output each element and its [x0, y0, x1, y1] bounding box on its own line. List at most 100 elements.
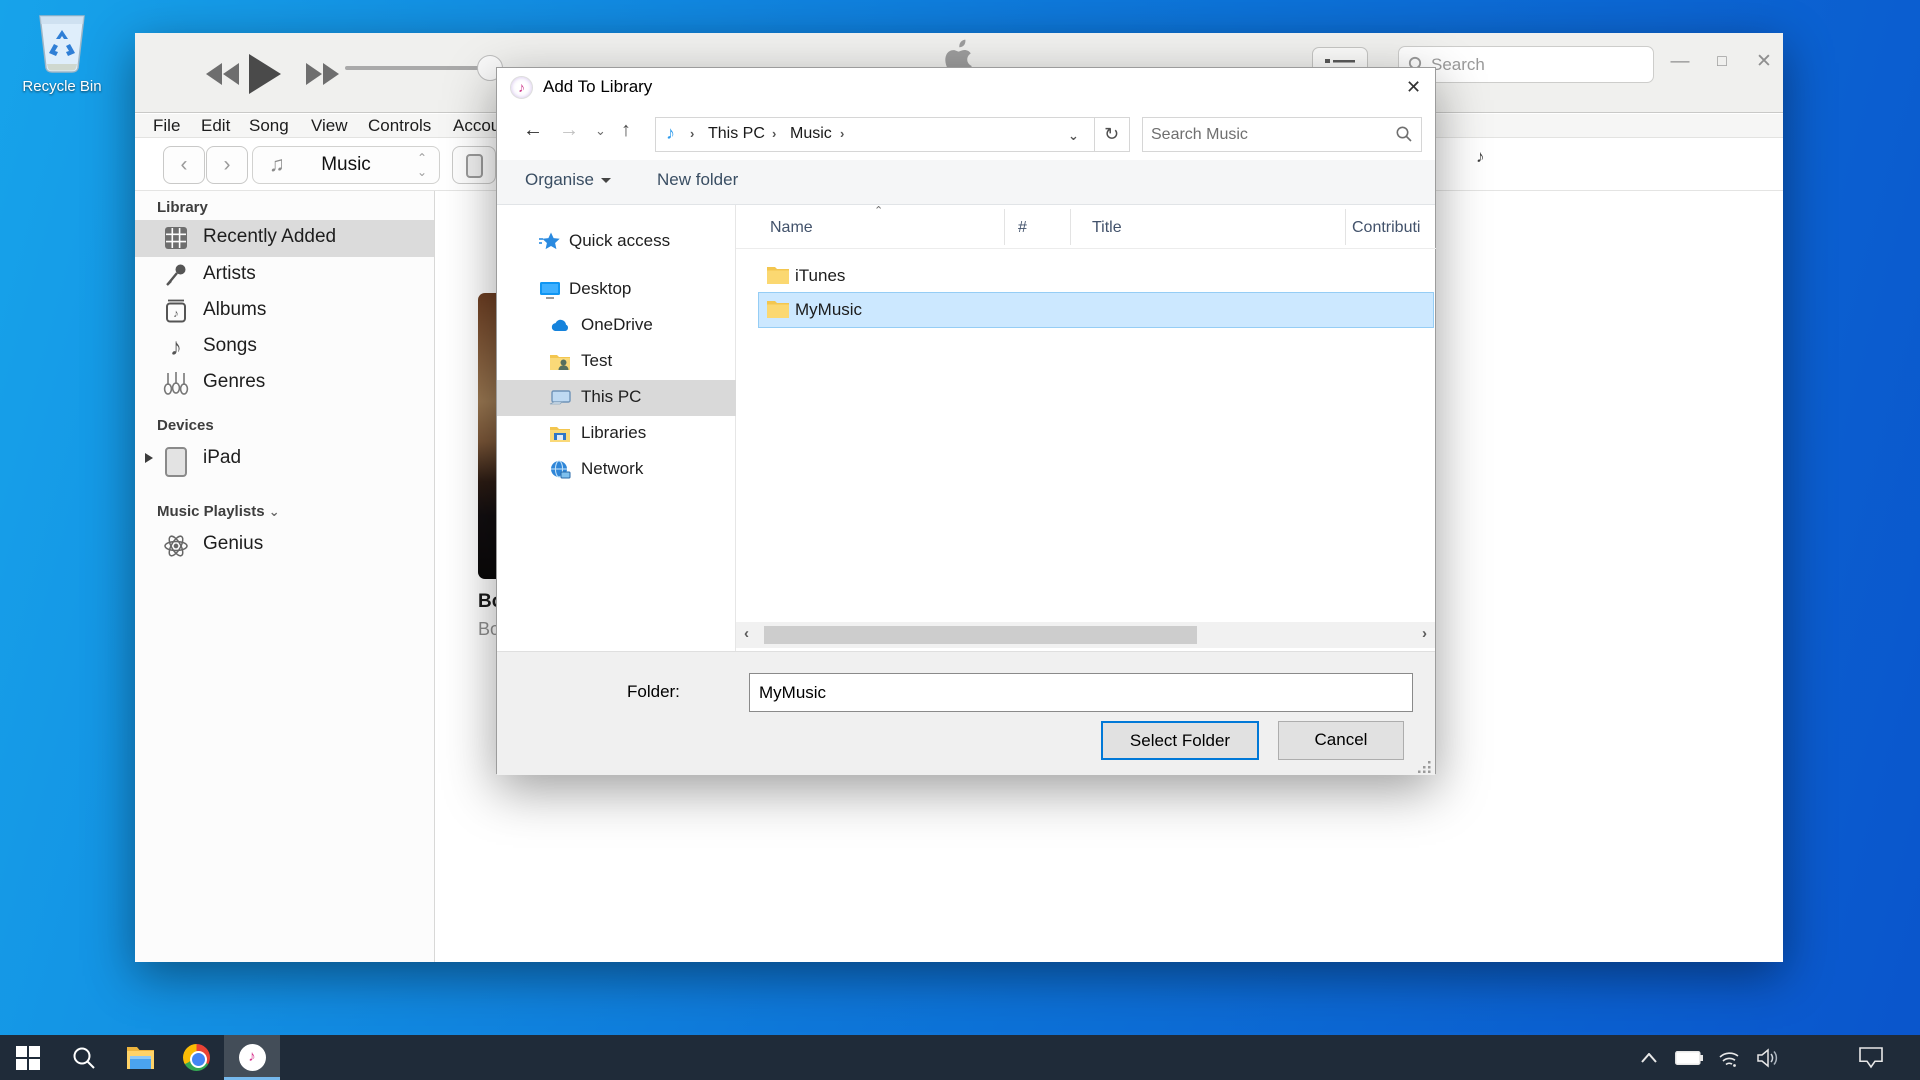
dialog-nav-bar: ← → ⌄ ↑ ♪ › This PC › Music › ⌄ ↻ [497, 108, 1435, 160]
column-name[interactable]: Name [770, 219, 813, 237]
column-contributing[interactable]: Contributi [1352, 219, 1420, 237]
device-button[interactable] [452, 146, 496, 184]
volume-slider-track[interactable] [345, 66, 483, 70]
tray-expand-button[interactable] [1632, 1035, 1666, 1080]
organise-button[interactable]: Organise [525, 170, 611, 190]
action-center-button[interactable] [1848, 1035, 1894, 1080]
play-button-icon[interactable] [247, 54, 281, 94]
file-row-mymusic[interactable]: MyMusic [759, 293, 1433, 327]
address-bar[interactable]: ♪ › This PC › Music › ⌄ [655, 117, 1095, 152]
menu-file[interactable]: File [153, 114, 180, 138]
horizontal-scrollbar[interactable]: ‹ › [736, 622, 1435, 648]
file-name: MyMusic [795, 300, 862, 320]
recent-locations-chevron-icon[interactable]: ⌄ [595, 123, 606, 139]
folder-name-input[interactable] [759, 675, 1399, 710]
dropdown-arrow-icon [601, 178, 611, 183]
dialog-close-button[interactable]: ✕ [1391, 68, 1436, 106]
sidebar-item-ipad[interactable]: iPad [135, 441, 434, 478]
dialog-search-input[interactable] [1151, 119, 1381, 150]
file-list: ⌃ Name # Title Contributi iTunes [736, 205, 1436, 651]
svg-text:♪: ♪ [173, 308, 179, 320]
breadcrumb-this-pc[interactable]: This PC [708, 125, 765, 143]
sidebar-item-recently-added[interactable]: Recently Added [135, 220, 434, 257]
dialog-titlebar[interactable]: ♪ Add To Library ✕ [497, 68, 1435, 108]
music-note-icon: ♪ [163, 335, 189, 361]
close-button[interactable]: ✕ [1747, 47, 1781, 77]
resize-grip-icon[interactable] [1418, 759, 1432, 773]
folder-icon [767, 300, 789, 323]
start-button[interactable] [0, 1035, 56, 1080]
new-folder-button[interactable]: New folder [657, 170, 738, 190]
dialog-search-box[interactable] [1142, 117, 1422, 152]
tree-item-quick-access[interactable]: Quick access [497, 224, 736, 260]
file-explorer-button[interactable] [112, 1035, 168, 1080]
tree-item-onedrive[interactable]: OneDrive [497, 308, 736, 344]
itunes-search-input[interactable] [1431, 48, 1641, 81]
wifi-indicator[interactable] [1710, 1035, 1748, 1080]
onedrive-cloud-icon [549, 315, 571, 337]
volume-indicator[interactable] [1750, 1035, 1790, 1080]
up-arrow-icon[interactable]: ↑ [621, 119, 631, 142]
folder-label: Folder: [627, 682, 680, 702]
cancel-button[interactable]: Cancel [1278, 721, 1404, 760]
recycle-bin-icon [32, 10, 92, 76]
column-title[interactable]: Title [1092, 219, 1122, 237]
chevron-down-icon[interactable]: ⌄ [269, 504, 280, 519]
menu-view[interactable]: View [311, 114, 348, 138]
scroll-right-icon[interactable]: › [1422, 625, 1427, 642]
column-divider[interactable] [1004, 209, 1005, 245]
scrollbar-thumb[interactable] [764, 626, 1197, 644]
expand-arrow-icon[interactable] [145, 453, 153, 463]
sidebar-item-artists[interactable]: Artists [135, 257, 434, 294]
tree-item-label: This PC [581, 387, 641, 407]
file-row-itunes[interactable]: iTunes [759, 259, 1433, 293]
scroll-left-icon[interactable]: ‹ [744, 625, 749, 642]
fast-forward-button-icon[interactable] [306, 63, 340, 85]
tree-item-libraries[interactable]: Libraries [497, 416, 736, 452]
menu-controls[interactable]: Controls [368, 114, 431, 138]
nav-back-button[interactable]: ‹ [163, 146, 205, 184]
battery-indicator[interactable] [1670, 1035, 1708, 1080]
itunes-search-box[interactable] [1398, 46, 1654, 83]
media-kind-selector[interactable]: ♫ Music ⌃⌄ [252, 146, 440, 184]
tree-item-test[interactable]: Test [497, 344, 736, 380]
sidebar-item-label: Albums [203, 299, 266, 321]
sidebar-item-songs[interactable]: ♪ Songs [135, 329, 434, 366]
tree-item-desktop[interactable]: Desktop [497, 272, 736, 308]
column-divider[interactable] [1345, 209, 1346, 245]
menu-song[interactable]: Song [249, 114, 289, 138]
column-number[interactable]: # [1018, 219, 1027, 237]
sidebar-item-label: Genres [203, 371, 265, 393]
minimize-button[interactable]: — [1663, 47, 1697, 77]
maximize-button[interactable]: □ [1705, 47, 1739, 77]
breadcrumb-chevron-icon[interactable]: › [840, 126, 844, 141]
back-arrow-icon[interactable]: ← [523, 119, 543, 142]
taskbar-search-button[interactable] [56, 1035, 112, 1080]
tree-item-this-pc[interactable]: This PC [497, 380, 736, 416]
sidebar-item-albums[interactable]: ♪ Albums [135, 293, 434, 330]
tree-item-label: Libraries [581, 423, 646, 443]
nav-forward-button[interactable]: › [206, 146, 248, 184]
recycle-bin[interactable]: Recycle Bin [14, 10, 110, 95]
itunes-taskbar-button[interactable]: ♪ [224, 1035, 280, 1080]
forward-arrow-icon[interactable]: → [559, 119, 579, 142]
tree-item-network[interactable]: Network [497, 452, 736, 488]
quick-access-star-icon [539, 231, 561, 253]
select-folder-button[interactable]: Select Folder [1101, 721, 1259, 760]
rewind-button-icon[interactable] [206, 63, 240, 85]
menu-edit[interactable]: Edit [201, 114, 230, 138]
sidebar-item-label: Artists [203, 263, 256, 285]
chrome-button[interactable] [168, 1035, 224, 1080]
tree-item-label: Test [581, 351, 612, 371]
folder-name-field [749, 673, 1413, 712]
taskbar: ♪ [0, 1035, 1920, 1080]
breadcrumb-music[interactable]: Music [790, 125, 832, 143]
column-divider[interactable] [1070, 209, 1071, 245]
address-dropdown-chevron-icon[interactable]: ⌄ [1068, 128, 1079, 144]
breadcrumb-chevron-icon[interactable]: › [772, 126, 776, 141]
search-icon [1395, 125, 1413, 143]
sidebar-item-genius[interactable]: Genius [135, 527, 434, 564]
breadcrumb-chevron-icon[interactable]: › [690, 126, 694, 141]
sidebar-item-genres[interactable]: Genres [135, 365, 434, 402]
refresh-button[interactable]: ↻ [1094, 117, 1130, 152]
